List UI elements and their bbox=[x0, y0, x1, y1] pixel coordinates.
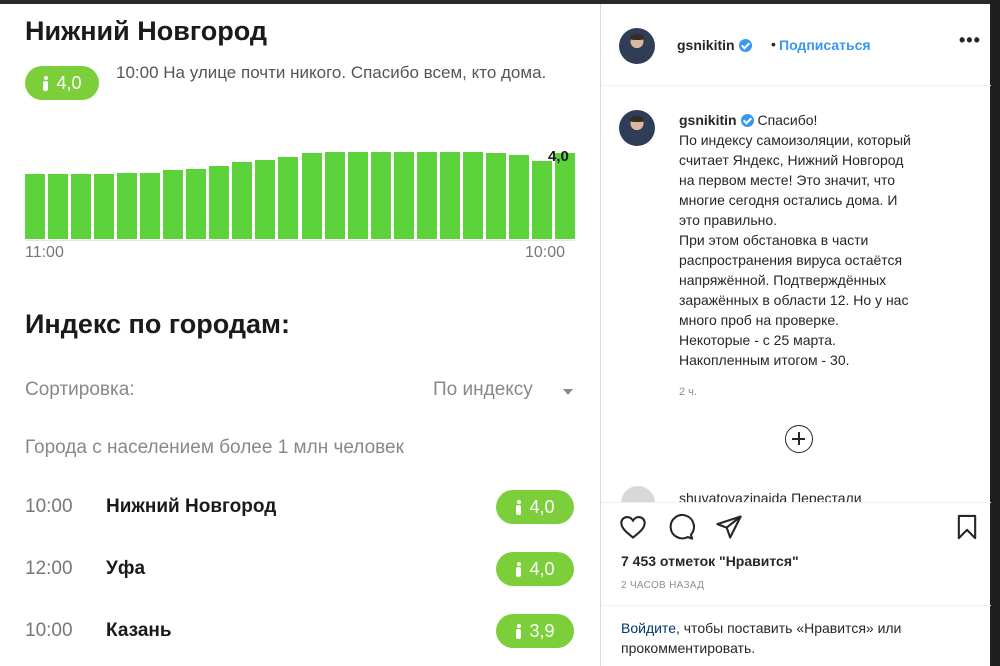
chart-bar bbox=[186, 169, 207, 239]
window-right-edge bbox=[990, 0, 1000, 666]
avatar[interactable] bbox=[619, 110, 655, 146]
caption-line: на первом месте! Это значит, что bbox=[679, 172, 896, 188]
index-bar-chart bbox=[25, 149, 575, 239]
likes-count[interactable]: 7 453 отметок "Нравится" bbox=[621, 553, 799, 569]
chart-bar bbox=[485, 153, 506, 239]
caption-timestamp[interactable]: 2 ч. bbox=[679, 386, 697, 398]
chart-bar bbox=[232, 161, 253, 239]
caption-line: заражённых в области 12. Но у нас bbox=[679, 292, 909, 308]
post-timestamp[interactable]: 2 ЧАСОВ НАЗАД bbox=[621, 580, 704, 591]
chart-bar bbox=[71, 173, 92, 239]
chevron-down-icon bbox=[563, 389, 573, 395]
comment-icon[interactable] bbox=[667, 513, 695, 541]
caption-line: это правильно. bbox=[679, 212, 778, 228]
chart-bar bbox=[301, 153, 322, 239]
caption-line: распространения вируса остаётся bbox=[679, 252, 903, 268]
section-title: Индекс по городам: bbox=[25, 309, 290, 339]
chart-bar bbox=[278, 156, 299, 239]
post-caption: gsnikitin Спасибо! По индексу самоизоляц… bbox=[679, 110, 969, 370]
comment-text: shuvatovazinaida Перестали bbox=[679, 490, 862, 502]
caption-line: Накопленным итогом - 30. bbox=[679, 352, 850, 368]
caption-line: Некоторые - с 25 марта. bbox=[679, 332, 836, 348]
row-city: Уфа bbox=[106, 558, 146, 579]
share-icon[interactable] bbox=[715, 513, 743, 541]
row-index-value: 4,0 bbox=[529, 496, 555, 517]
row-index-value: 3,9 bbox=[529, 620, 555, 641]
avatar[interactable] bbox=[619, 28, 655, 64]
caption-line: По индексу самоизоляции, который bbox=[679, 132, 911, 148]
chart-bar bbox=[255, 159, 276, 239]
post-header: gsnikitin • Подписаться ••• bbox=[601, 4, 991, 86]
chart-bar bbox=[140, 172, 161, 239]
more-options-icon[interactable]: ••• bbox=[959, 30, 981, 51]
chart-bar bbox=[554, 153, 575, 239]
row-index-badge: 4,0 bbox=[496, 490, 574, 524]
username[interactable]: gsnikitin bbox=[677, 37, 735, 53]
chart-bar bbox=[416, 152, 437, 239]
author-link[interactable]: gsnikitin bbox=[677, 37, 752, 55]
row-index-value: 4,0 bbox=[529, 558, 555, 579]
action-bar: 7 453 отметок "Нравится" 2 ЧАСОВ НАЗАД bbox=[601, 502, 991, 604]
chart-latest-value: 4,0 bbox=[548, 148, 569, 165]
login-link[interactable]: Войдите bbox=[621, 620, 676, 636]
row-index-badge: 4,0 bbox=[496, 552, 574, 586]
chart-bar bbox=[370, 152, 391, 239]
chart-bar bbox=[25, 173, 46, 239]
current-index-badge: 4,0 bbox=[25, 66, 99, 100]
chart-bar bbox=[117, 172, 138, 239]
caption-line: напряжённой. Подтверждённых bbox=[679, 272, 887, 288]
bookmark-icon[interactable] bbox=[953, 513, 981, 541]
chart-tick-end: 10:00 bbox=[525, 244, 566, 261]
chart-tick-start: 11:00 bbox=[25, 244, 64, 261]
comment-preview: shuvatovazinaida Перестали bbox=[601, 480, 991, 502]
yandex-index-image: Нижний Новгород 4,0 10:00 На улице почти… bbox=[0, 4, 600, 666]
chart-bar bbox=[508, 155, 529, 239]
login-prompt: Войдите, чтобы поставить «Нравится» или … bbox=[601, 605, 991, 666]
current-index-value: 4,0 bbox=[56, 72, 82, 93]
current-note: 10:00 На улице почти никого. Спасибо все… bbox=[116, 63, 547, 82]
row-index-badge: 3,9 bbox=[496, 614, 574, 648]
commenter-avatar[interactable] bbox=[621, 486, 655, 502]
instagram-post-panel: gsnikitin • Подписаться ••• gsnikitin Сп… bbox=[600, 4, 991, 666]
person-icon bbox=[42, 75, 49, 91]
row-time: 10:00 bbox=[25, 620, 73, 641]
sort-label: Сортировка: bbox=[25, 379, 135, 400]
row-city: Нижний Новгород bbox=[106, 496, 277, 517]
caption-line: много проб на проверке. bbox=[679, 312, 840, 328]
load-more-comments-icon[interactable] bbox=[785, 425, 813, 453]
caption-line: считает Яндекс, Нижний Новгород bbox=[679, 152, 904, 168]
city-title: Нижний Новгород bbox=[25, 16, 267, 46]
chart-bar bbox=[462, 152, 483, 239]
caption-line: При этом обстановка в части bbox=[679, 232, 869, 248]
group-label: Города с населением более 1 млн человек bbox=[25, 437, 404, 458]
chart-axis-line bbox=[25, 240, 575, 241]
caption-line: многие сегодня остались дома. И bbox=[679, 192, 898, 208]
follow-button[interactable]: Подписаться bbox=[779, 37, 871, 53]
chart-bar bbox=[393, 152, 414, 239]
sort-dropdown: По индексу bbox=[433, 379, 533, 400]
chart-bar bbox=[94, 173, 115, 239]
chart-bar bbox=[439, 152, 460, 239]
caption-username[interactable]: gsnikitin bbox=[679, 112, 737, 128]
chart-bar bbox=[209, 166, 230, 239]
row-time: 10:00 bbox=[25, 496, 73, 517]
chart-bar bbox=[324, 152, 345, 239]
caption-line: Спасибо! bbox=[757, 112, 818, 128]
chart-bar bbox=[531, 160, 552, 239]
person-icon bbox=[515, 561, 522, 577]
row-time: 12:00 bbox=[25, 558, 73, 579]
chart-bar bbox=[347, 152, 368, 239]
chart-bar bbox=[163, 170, 184, 239]
verified-icon bbox=[740, 114, 754, 127]
verified-icon bbox=[738, 39, 752, 52]
person-icon bbox=[515, 499, 522, 515]
row-city: Казань bbox=[106, 620, 172, 641]
separator-dot: • bbox=[771, 36, 776, 52]
heart-icon[interactable] bbox=[619, 513, 647, 541]
chart-bar bbox=[48, 173, 69, 239]
person-icon bbox=[515, 623, 522, 639]
